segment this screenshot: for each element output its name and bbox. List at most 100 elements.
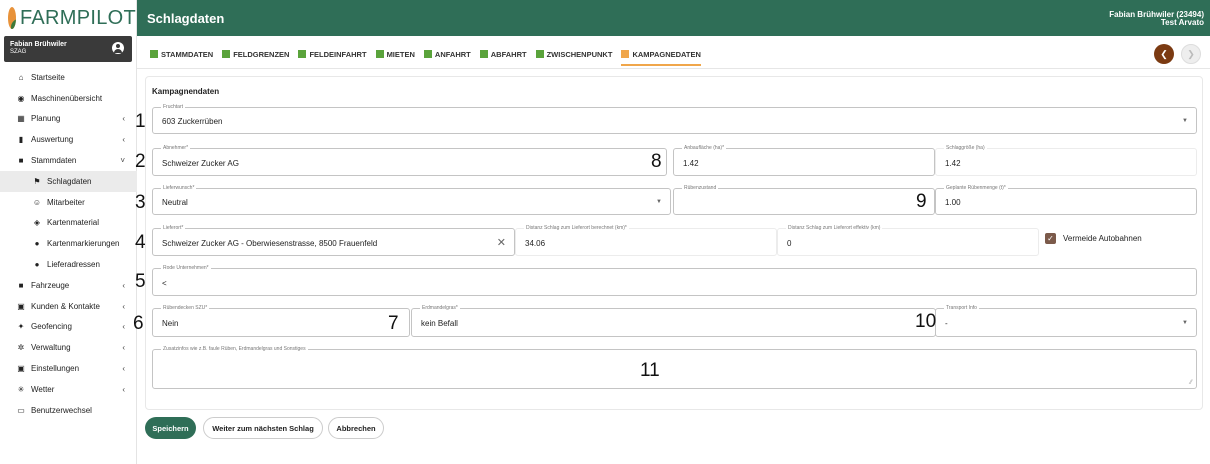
sidebar-item-benutzerwechsel[interactable]: ▭ Benutzerwechsel [0, 400, 137, 421]
zusatzinfos-label: Zusatzinfos wie z.B. faule Rüben, Erdman… [161, 346, 308, 353]
ruebendecken-field[interactable]: Rübendecken SZU* Nein [152, 305, 410, 337]
fruchtart-value: 603 Zuckerrüben [162, 117, 223, 126]
gear-icon: ✲ [17, 343, 25, 353]
tab-kampagnedaten[interactable]: KAMPAGNEDATEN [621, 42, 702, 66]
next-field-button[interactable]: ❯ [1181, 44, 1201, 64]
anbauflaeche-label: Anbaufläche (ha)* [682, 145, 727, 152]
sidebar-item-maschinen-bersicht[interactable]: ◉ Maschinenübersicht [0, 88, 137, 109]
resize-handle-icon[interactable]: ⁄⁄ [1190, 380, 1192, 386]
tab-status-icon [479, 50, 488, 58]
cancel-button[interactable]: Abbrechen [328, 417, 384, 439]
sidebar-item-label: Wetter [31, 384, 55, 394]
annotation-number: 11 [640, 360, 660, 381]
sidebar-item-label: Lieferadressen [47, 260, 100, 270]
tab-stammdaten[interactable]: STAMMDATEN [150, 42, 213, 66]
sidebar-item-label: Auswertung [31, 135, 74, 145]
previous-field-button[interactable]: ❮ [1154, 44, 1174, 64]
tab-label: ZWISCHENPUNKT [546, 49, 613, 59]
sidebar-item-schlagdaten[interactable]: ⚑ Schlagdaten [0, 170, 137, 192]
sidebar-item-geofencing[interactable]: ✦ Geofencing ‹ [0, 317, 137, 338]
geplante-menge-field[interactable]: Geplante Rübenmenge (t)* 1.00 [935, 185, 1197, 215]
sidebar-item-auswertung[interactable]: ▮ Auswertung ‹ [0, 129, 137, 150]
annotation-number: 3 [135, 192, 146, 213]
sidebar-item-startseite[interactable]: ⌂ Startseite [0, 67, 137, 88]
sidebar-item-label: Stammdaten [31, 156, 77, 166]
sidebar-item-label: Fahrzeuge [31, 280, 70, 290]
user-account-icon[interactable] [112, 42, 124, 54]
sidebar-item-einstellungen[interactable]: ▣ Einstellungen ‹ [0, 358, 137, 379]
tab-feldeinfahrt[interactable]: FELDEINFAHRT [298, 42, 367, 66]
calendar-icon: ▦ [17, 114, 25, 124]
tab-label: MIETEN [386, 49, 415, 59]
sidebar-item-kunden-kontakte[interactable]: ▣ Kunden & Kontakte ‹ [0, 296, 137, 317]
chevron-left-icon: ❮ [1160, 48, 1168, 59]
logo-text: FARMPILOT [19, 6, 136, 29]
distanz-effektiv-label: Distanz Schlag zum Lieferort effektiv (k… [786, 225, 883, 232]
anbauflaeche-value: 1.42 [683, 159, 699, 168]
ruebenzustand-field[interactable]: Rübenzustand [673, 185, 935, 215]
tab-label: FELDGRENZEN [233, 49, 290, 59]
fruchtart-select[interactable]: Fruchtart 603 Zuckerrüben ▼ [152, 104, 1197, 134]
erdmandelgras-field[interactable]: Erdmandelgras* kein Befall [411, 305, 936, 337]
sidebar-item-lieferadressen[interactable]: ● Lieferadressen [0, 254, 137, 275]
tab-label: FELDEINFAHRT [309, 49, 367, 59]
tab-zwischenpunkt[interactable]: ZWISCHENPUNKT [535, 42, 613, 66]
distanz-berechnet-value: 34.06 [525, 239, 546, 248]
tab-abfahrt[interactable]: ABFAHRT [479, 42, 527, 66]
zusatzinfos-textarea[interactable]: Zusatzinfos wie z.B. faule Rüben, Erdman… [152, 346, 1197, 389]
sidebar-item-stammdaten[interactable]: ■ Stammdaten ˅ [0, 150, 137, 171]
sidebar-item-fahrzeuge[interactable]: ■ Fahrzeuge ‹ [0, 275, 137, 296]
tab-bar: STAMMDATEN FELDGRENZEN FELDEINFAHRT MIETEN A… [150, 42, 710, 66]
dropdown-arrow-icon: ▼ [1182, 320, 1188, 326]
dropdown-arrow-icon: ▼ [1182, 118, 1188, 124]
anbauflaeche-field[interactable]: Anbaufläche (ha)* 1.42 [673, 145, 935, 176]
location-icon: ● [34, 260, 40, 270]
ruebenzustand-label: Rübenzustand [682, 185, 719, 192]
vermeide-autobahnen-label: Vermeide Autobahnen [1063, 234, 1142, 243]
sidebar-item-verwaltung[interactable]: ✲ Verwaltung ‹ [0, 337, 137, 358]
sidebar-item-planung[interactable]: ▦ Planung ‹ [0, 109, 137, 130]
next-field-save-button[interactable]: Weiter zum nächsten Schlag [203, 417, 323, 439]
rode-unternehmen-field[interactable]: Rode Unternehmen* < [152, 265, 1197, 296]
distanz-effektiv-field[interactable]: Distanz Schlag zum Lieferort effektiv (k… [777, 225, 1039, 256]
save-button[interactable]: Speichern [145, 417, 196, 439]
erdmandelgras-value: kein Befall [421, 319, 458, 328]
lieferort-field[interactable]: Lieferort* Schweizer Zucker AG - Oberwie… [152, 225, 515, 256]
folder-icon: ■ [18, 156, 24, 166]
tab-mieten[interactable]: MIETEN [375, 42, 415, 66]
sidebar-item-kartenmaterial[interactable]: ◈ Kartenmaterial [0, 213, 137, 234]
annotation-number: 6 [133, 313, 144, 334]
sidebar-item-label: Kartenmarkierungen [47, 239, 120, 249]
sidebar-item-label: Mitarbeiter [47, 197, 85, 207]
abnehmer-field[interactable]: Abnehmer* Schweizer Zucker AG [152, 145, 667, 176]
truck-icon: ■ [18, 280, 24, 290]
lieferwunsch-label: Lieferwunsch* [161, 185, 197, 192]
abnehmer-label: Abnehmer* [161, 145, 191, 152]
dropdown-arrow-icon: ▼ [656, 199, 662, 205]
clear-icon[interactable]: ✕ [497, 236, 506, 249]
geplante-menge-value: 1.00 [945, 198, 961, 207]
transport-info-select[interactable]: Transport Info - ▼ [935, 305, 1197, 337]
chevron-left-icon: ‹ [122, 135, 125, 145]
user-box[interactable]: Fabian Brühwiler SZAG [4, 36, 132, 62]
sidebar-item-wetter[interactable]: ✳ Wetter ‹ [0, 379, 137, 400]
distanz-berechnet-field: Distanz Schlag zum Lieferort berechnet (… [515, 225, 777, 256]
settings-panel-icon: ▣ [17, 364, 25, 374]
tab-label: STAMMDATEN [161, 49, 214, 59]
lieferwunsch-select[interactable]: Lieferwunsch* Neutral ▼ [152, 185, 671, 215]
map-pin-icon: ● [34, 239, 40, 249]
bar-chart-icon: ▮ [18, 135, 24, 145]
tab-status-icon [150, 50, 158, 58]
laptop-icon: ▭ [17, 405, 25, 415]
tab-feldgrenzen[interactable]: FELDGRENZEN [222, 42, 289, 66]
logo[interactable]: FARMPILOT [0, 0, 136, 36]
sidebar-item-label: Kartenmaterial [47, 218, 100, 228]
chevron-left-icon: ‹ [122, 384, 125, 394]
tab-anfahrt[interactable]: ANFAHRT [423, 42, 471, 66]
schlaggroesse-value: 1.42 [945, 159, 961, 168]
lieferort-label: Lieferort* [161, 225, 186, 232]
sidebar-item-mitarbeiter[interactable]: ☺ Mitarbeiter [0, 192, 137, 213]
tab-label: KAMPAGNEDATEN [632, 49, 701, 59]
sidebar-item-kartenmarkierungen[interactable]: ● Kartenmarkierungen [0, 233, 137, 254]
vermeide-autobahnen-checkbox[interactable]: ✓ [1045, 233, 1056, 244]
